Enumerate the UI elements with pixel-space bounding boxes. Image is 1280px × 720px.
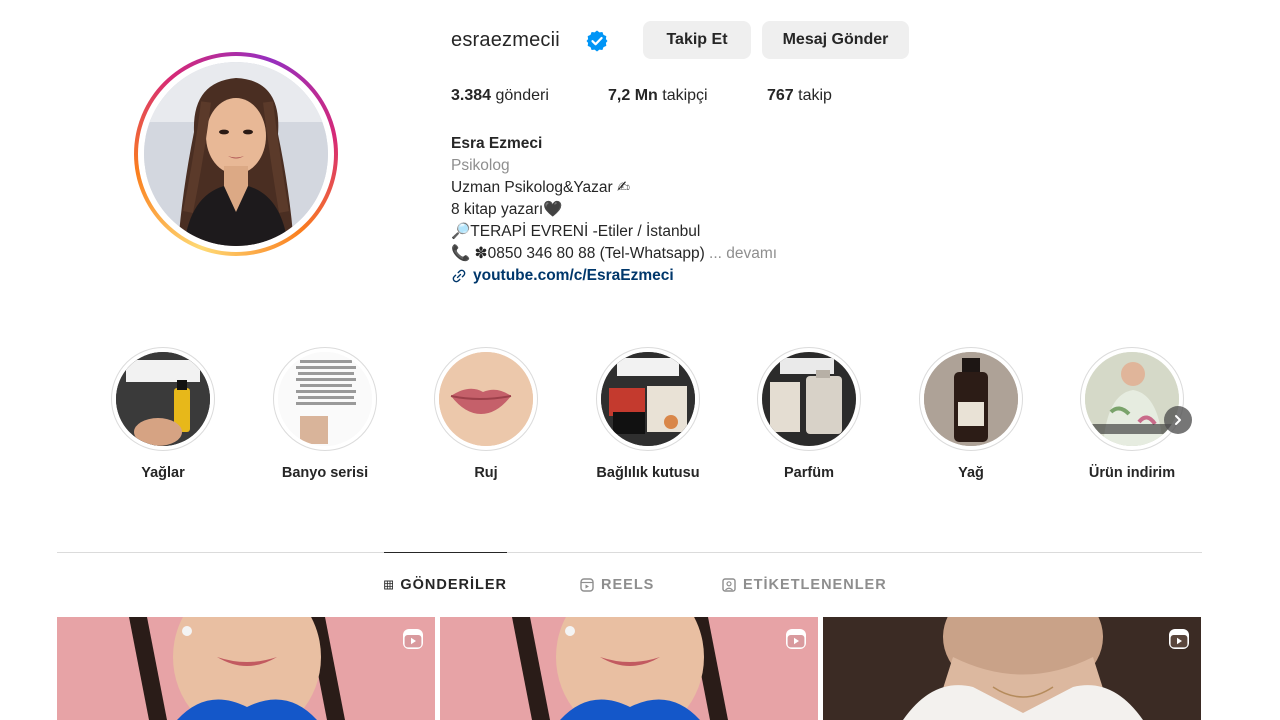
bio-line: 8 kitap yazarı🖤	[451, 201, 563, 218]
avatar	[144, 62, 328, 246]
reel-indicator-icon	[1169, 629, 1189, 649]
chevron-right-icon	[1175, 415, 1181, 425]
verified-badge-icon	[586, 30, 608, 52]
tab-label: GÖNDERİLER	[400, 576, 507, 593]
text-post-thumbnail	[278, 352, 372, 446]
highlight-label: Ürün indirim	[1088, 465, 1176, 481]
post-tile[interactable]	[57, 617, 435, 720]
followers-count[interactable]: 7,2 Mn takipçi	[608, 87, 708, 105]
post-tile[interactable]	[440, 617, 818, 720]
bio-more-link[interactable]: ... devamı	[709, 245, 777, 262]
oil-bottle-thumbnail	[924, 352, 1018, 446]
highlight-ring	[596, 347, 700, 451]
tab-tagged[interactable]: ETİKETLENENLER	[722, 553, 887, 617]
tab-reels[interactable]: REELS	[580, 553, 654, 617]
send-message-button[interactable]: Mesaj Gönder	[762, 21, 909, 59]
following-count[interactable]: 767 takip	[767, 87, 832, 105]
highlight-label: Yağlar	[141, 465, 185, 481]
product-thumbnail	[1085, 352, 1179, 446]
bio-line: 📞 ✽0850 346 80 88 (Tel-Whatsapp)	[451, 245, 705, 262]
reel-indicator-icon	[403, 629, 423, 649]
highlight-ring	[273, 347, 377, 451]
highlight-item[interactable]: Yağlar	[83, 347, 243, 481]
highlights-next-button[interactable]	[1164, 406, 1192, 434]
highlight-label: Bağlılık kutusu	[596, 465, 700, 481]
highlight-ring	[919, 347, 1023, 451]
gift-box-thumbnail	[601, 352, 695, 446]
post-thumbnail	[57, 617, 435, 720]
highlight-ring	[111, 347, 215, 451]
highlight-ring	[757, 347, 861, 451]
highlight-item[interactable]: Bağlılık kutusu	[568, 347, 728, 481]
profile-bio: Esra Ezmeci Psikolog Uzman Psikolog&Yaza…	[451, 133, 951, 287]
followers-count-value: 7,2 Mn	[608, 87, 658, 104]
posts-count: 3.384 gönderi	[451, 87, 549, 105]
link-icon	[452, 269, 466, 283]
tagged-icon	[722, 578, 736, 592]
profile-avatar-story-ring[interactable]	[134, 52, 338, 256]
following-count-label: takip	[798, 87, 832, 104]
reel-indicator-icon	[786, 629, 806, 649]
post-thumbnail	[823, 617, 1201, 720]
bio-line: Uzman Psikolog&Yazar ✍	[451, 179, 630, 196]
highlight-item[interactable]: Parfüm	[729, 347, 889, 481]
highlight-item[interactable]: Ruj	[406, 347, 566, 481]
bio-line: 🔎TERAPİ EVRENİ -Etiler / İstanbul	[451, 223, 701, 240]
followers-count-label: takipçi	[662, 87, 708, 104]
highlight-label: Banyo serisi	[281, 465, 369, 481]
posts-count-value: 3.384	[451, 87, 492, 104]
lips-thumbnail	[439, 352, 533, 446]
tab-posts[interactable]: GÖNDERİLER	[384, 552, 507, 616]
bio-line-with-more: 📞 ✽0850 346 80 88 (Tel-Whatsapp) ... dev…	[451, 243, 951, 265]
tab-label: REELS	[601, 577, 655, 593]
bio-full-name: Esra Ezmeci	[451, 135, 543, 152]
highlight-ring	[1080, 347, 1184, 451]
profile-username: esraezmecii	[451, 29, 560, 51]
oil-bottle-thumbnail	[116, 352, 210, 446]
bio-category: Psikolog	[451, 157, 510, 174]
following-count-value: 767	[767, 87, 794, 104]
highlight-label: Parfüm	[784, 465, 834, 481]
highlight-label: Yağ	[958, 465, 984, 481]
highlight-item[interactable]: Yağ	[891, 347, 1051, 481]
post-tile[interactable]	[823, 617, 1201, 720]
grid-icon	[384, 580, 394, 589]
highlight-label: Ruj	[474, 465, 498, 481]
post-thumbnail	[440, 617, 818, 720]
follow-button[interactable]: Takip Et	[643, 21, 751, 59]
bio-link-text: youtube.com/c/EsraEzmeci	[473, 267, 674, 284]
tab-label: ETİKETLENENLER	[743, 577, 887, 593]
perfume-thumbnail	[762, 352, 856, 446]
bio-external-link[interactable]: youtube.com/c/EsraEzmeci	[451, 265, 951, 287]
posts-count-label: gönderi	[495, 87, 549, 104]
avatar-portrait-image	[144, 62, 328, 246]
reels-icon	[580, 578, 594, 592]
highlight-item[interactable]: Banyo serisi	[245, 347, 405, 481]
avatar-frame	[138, 56, 334, 252]
highlight-ring	[434, 347, 538, 451]
